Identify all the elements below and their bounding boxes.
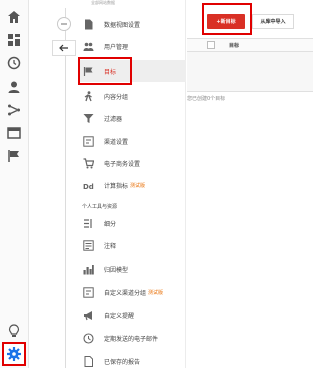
back-button[interactable] (52, 40, 76, 56)
menu-item-goals[interactable]: 目标 (80, 60, 186, 82)
beta-badge: 测试版 (148, 289, 164, 296)
menu-item-label: 定期发送的电子邮件 (104, 335, 159, 343)
menu-item-ecommerce-settings[interactable]: 电子商务设置 (80, 152, 186, 174)
view-settings-menu: 全部网站数据 数据视图设置 用户管理 目标 内容分组 过滤器 渠道设置 电子商务… (76, 0, 186, 368)
menu-item-label: 注释 (104, 242, 117, 250)
filter-icon (82, 112, 94, 124)
import-from-gallery-button[interactable]: 从库中导入 (252, 14, 294, 29)
doc-icon (82, 355, 94, 367)
select-all-checkbox[interactable] (207, 41, 215, 49)
menu-item-label: 已保存的报告 (104, 358, 141, 366)
menu-item-label: 归因模型 (104, 266, 129, 274)
menu-item-content-grouping[interactable]: 内容分组 (80, 85, 186, 107)
minus-icon (61, 23, 67, 25)
menu-item-attribution-models[interactable]: 归因模型 (80, 258, 186, 280)
menu-item-label: 自定义渠道分组 (104, 289, 147, 297)
goals-table: 目标 (187, 38, 313, 92)
menu-item-scheduled-emails[interactable]: 定期发送的电子邮件 (80, 327, 186, 349)
menu-item-label: 自定义提醒 (104, 312, 135, 320)
home-icon[interactable] (7, 10, 21, 24)
megaphone-icon (82, 309, 94, 321)
menu-item-label: 用户管理 (104, 43, 129, 51)
menu-item-channel-settings[interactable]: 渠道设置 (80, 130, 186, 152)
menu-item-user-management[interactable]: 用户管理 (80, 35, 186, 57)
arrow-left-icon (59, 44, 68, 52)
dd-icon: Dd (82, 179, 94, 191)
menu-item-label: 电子商务设置 (104, 160, 141, 168)
users-icon (82, 40, 94, 52)
doc-icon (82, 18, 94, 30)
ga-admin-screen: 全部网站数据 数据视图设置 用户管理 目标 内容分组 过滤器 渠道设置 电子商务… (0, 0, 313, 368)
walk-icon (82, 90, 94, 102)
channel-icon (82, 286, 94, 298)
goals-column-header[interactable]: 目标 (229, 42, 239, 49)
new-goal-button[interactable]: +新目标 (207, 14, 245, 29)
menu-item-view-settings[interactable]: 数据视图设置 (80, 13, 186, 35)
gear-icon (7, 347, 21, 361)
goals-count-text: 您已创建0个目标 (187, 96, 226, 102)
menu-item-filters[interactable]: 过滤器 (80, 107, 186, 129)
view-name-label: 全部网站数据 (91, 0, 115, 5)
menu-item-label: 目标 (104, 68, 117, 76)
segments-icon (82, 217, 94, 229)
personal-tools-heading: 个人工具与资源 (82, 204, 118, 210)
bars-icon (82, 263, 94, 275)
svg-text:Dd: Dd (83, 183, 94, 191)
admin-settings-button[interactable] (2, 342, 26, 366)
menu-item-label: 计算指标 (104, 182, 129, 190)
menu-item-calculated-metrics[interactable]: Dd 计算指标 测试版 (80, 174, 186, 196)
clock-icon[interactable] (7, 56, 21, 70)
menu-item-label: 数据视图设置 (104, 21, 141, 29)
beta-badge: 测试版 (130, 182, 146, 189)
user-icon[interactable] (7, 80, 21, 94)
clock-icon (82, 332, 94, 344)
menu-item-segments[interactable]: 细分 (80, 212, 186, 234)
menu-item-label: 内容分组 (104, 93, 129, 101)
menu-item-label: 过滤器 (104, 115, 123, 123)
menu-item-label: 细分 (104, 220, 117, 228)
menu-item-label: 渠道设置 (104, 138, 129, 146)
column-divider (65, 8, 66, 368)
flag-icon[interactable] (7, 149, 21, 163)
flag-icon (82, 65, 94, 77)
menu-item-saved-reports[interactable]: 已保存的报告 (80, 350, 186, 368)
goals-table-empty-body (187, 52, 313, 92)
column-toggle-button[interactable] (57, 17, 71, 31)
menu-item-custom-alerts[interactable]: 自定义提醒 (80, 304, 186, 326)
menu-item-annotations[interactable]: 注释 (80, 234, 186, 256)
annotation-icon (82, 239, 94, 251)
left-nav-rail (0, 0, 29, 368)
cart-icon (82, 157, 94, 169)
goals-table-header: 目标 (187, 38, 313, 52)
channel-icon (82, 135, 94, 147)
lightbulb-icon[interactable] (7, 324, 21, 338)
dashboard-icon[interactable] (7, 33, 21, 47)
acquisition-icon[interactable] (7, 103, 21, 117)
behavior-icon[interactable] (7, 126, 21, 140)
menu-item-custom-channel-grouping[interactable]: 自定义渠道分组 测试版 (80, 281, 186, 303)
